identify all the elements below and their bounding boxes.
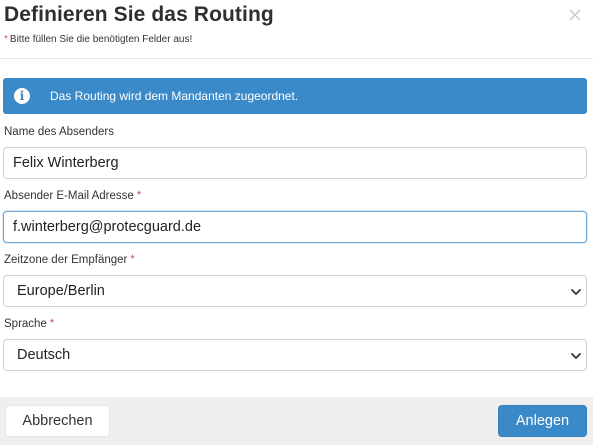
sender-email-label: Absender E-Mail Adresse * xyxy=(4,190,141,202)
required-note-text: Bitte füllen Sie die benötigten Felder a… xyxy=(9,34,193,45)
dialog-title: Definieren Sie das Routing xyxy=(4,3,274,26)
timezone-label: Zeitzone der Empfänger * xyxy=(4,254,135,266)
info-circle-icon: i xyxy=(14,88,30,104)
chevron-down-icon xyxy=(570,286,582,302)
sender-name-value: Felix Winterberg xyxy=(13,155,119,171)
language-label: Sprache * xyxy=(4,318,54,330)
required-star: * xyxy=(49,318,55,330)
language-label-text: Sprache xyxy=(4,318,47,330)
sender-name-label: Name des Absenders xyxy=(4,126,114,138)
sender-email-value: f.winterberg@protecguard.de xyxy=(13,219,202,235)
required-star: * xyxy=(130,254,135,266)
timezone-label-text: Zeitzone der Empfänger xyxy=(4,254,128,266)
sender-name-input[interactable]: Felix Winterberg xyxy=(3,147,587,179)
cancel-button[interactable]: Abbrechen xyxy=(5,405,110,437)
required-star: * xyxy=(4,34,8,45)
language-value: Deutsch xyxy=(17,347,71,363)
dialog-footer: Abbrechen Anlegen xyxy=(0,397,593,445)
info-banner-text: Das Routing wird dem Mandanten zugeordne… xyxy=(50,89,299,103)
close-icon[interactable] xyxy=(566,6,584,24)
timezone-select[interactable]: Europe/Berlin xyxy=(3,275,587,307)
sender-email-input[interactable]: f.winterberg@protecguard.de xyxy=(3,211,587,243)
create-button[interactable]: Anlegen xyxy=(498,405,587,437)
header-divider xyxy=(0,58,593,59)
info-banner: i Das Routing wird dem Mandanten zugeord… xyxy=(3,78,587,114)
timezone-value: Europe/Berlin xyxy=(17,283,105,299)
required-fields-note: * Bitte füllen Sie die benötigten Felder … xyxy=(4,34,192,45)
sender-email-label-text: Absender E-Mail Adresse xyxy=(4,190,134,202)
chevron-down-icon xyxy=(570,350,582,366)
sender-name-label-text: Name des Absenders xyxy=(4,126,114,138)
required-star: * xyxy=(136,190,142,202)
routing-dialog: Definieren Sie das Routing * Bitte füllen… xyxy=(0,0,593,445)
language-select[interactable]: Deutsch xyxy=(3,339,587,371)
